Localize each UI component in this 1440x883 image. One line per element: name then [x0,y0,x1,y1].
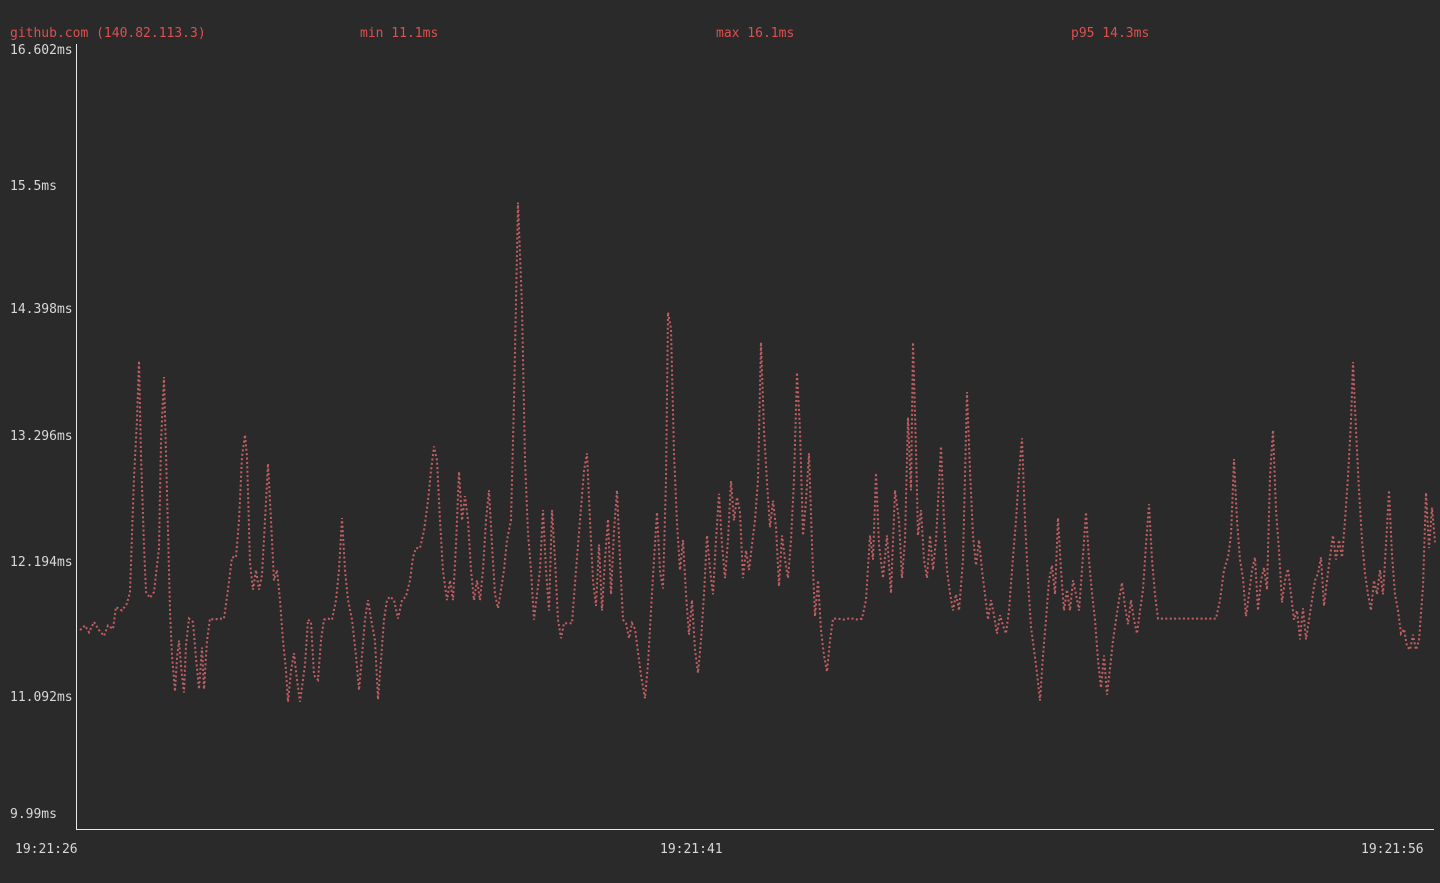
y-axis-tick: 12.194ms [10,555,73,570]
y-axis-tick: 11.092ms [10,690,73,705]
y-axis-tick: 16.602ms [10,43,73,58]
y-axis-tick: 15.5ms [10,179,57,194]
latency-series [80,203,1435,702]
y-axis-line [76,44,77,830]
x-axis-tick: 19:21:41 [660,842,723,857]
y-axis-tick: 9.99ms [10,807,57,822]
x-axis-line [76,829,1434,830]
x-axis-tick: 19:21:56 [1361,842,1424,857]
x-axis-tick: 19:21:26 [15,842,78,857]
y-axis-tick: 13.296ms [10,429,73,444]
latency-chart [0,0,1440,883]
y-axis-tick: 14.398ms [10,302,73,317]
terminal-window: { "colors":{"background":"#2a2a2b","acce… [0,0,1440,883]
